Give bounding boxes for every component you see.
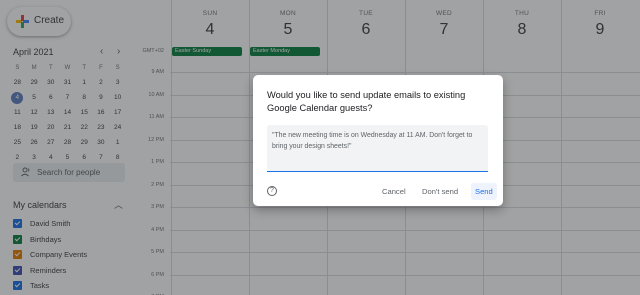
message-text: "The new meeting time is on Wednesday at… [272,132,473,150]
message-textarea[interactable]: "The new meeting time is on Wednesday at… [267,125,488,172]
dialog-title: Would you like to send update emails to … [267,90,466,113]
cancel-button[interactable]: Cancel [378,183,410,200]
help-icon[interactable]: ? [267,186,277,196]
dont-send-button[interactable]: Don't send [418,183,462,200]
send-update-dialog: Would you like to send update emails to … [253,75,503,206]
send-button[interactable]: Send [471,183,497,200]
